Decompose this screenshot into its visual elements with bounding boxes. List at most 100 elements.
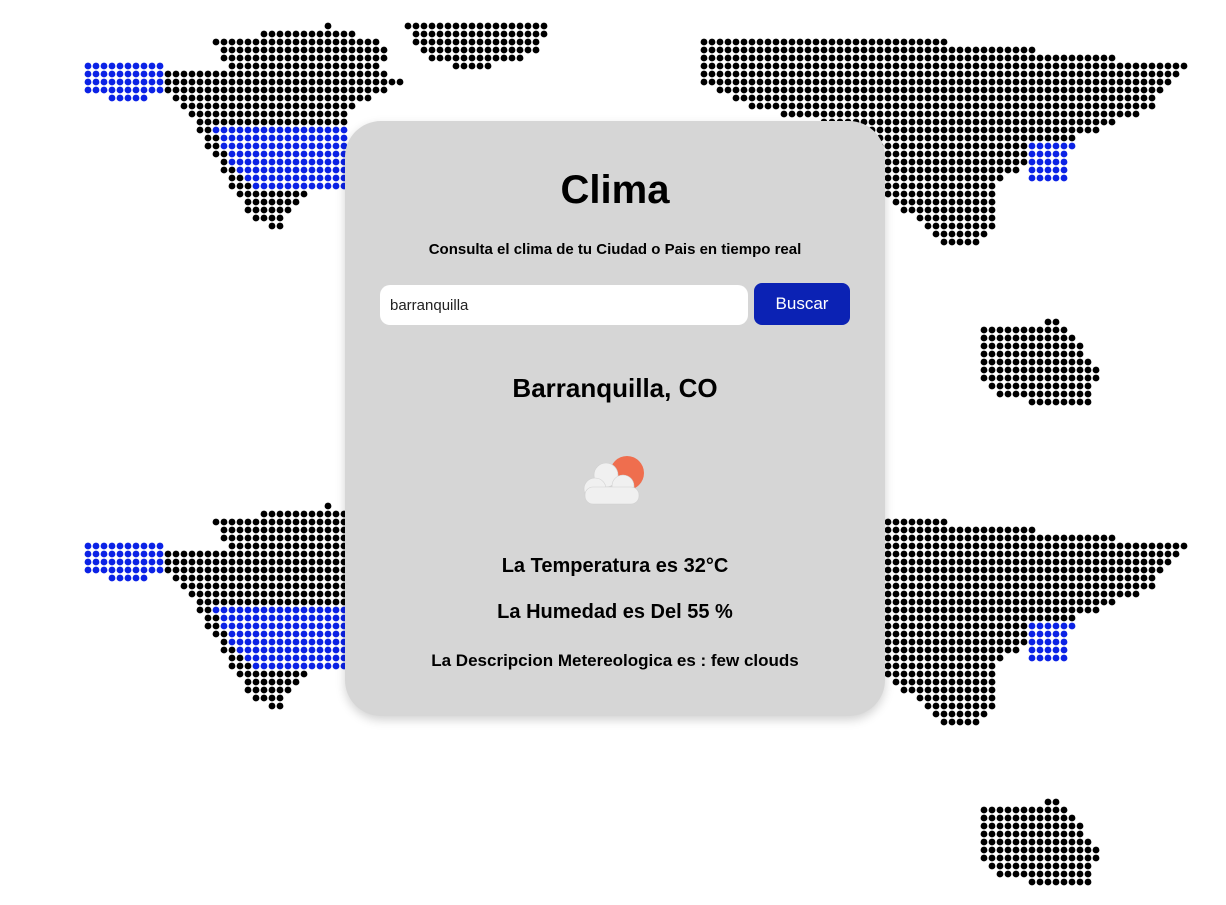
- map-dot-highlight: [324, 126, 332, 134]
- map-dot: [1012, 374, 1020, 382]
- map-dot: [1044, 558, 1052, 566]
- map-dot: [980, 198, 988, 206]
- map-dot: [996, 150, 1004, 158]
- map-dot-highlight: [100, 78, 108, 86]
- map-dot: [1044, 366, 1052, 374]
- map-dot: [996, 526, 1004, 534]
- map-dot: [836, 38, 844, 46]
- city-search-input[interactable]: [380, 285, 748, 325]
- map-dot: [1060, 838, 1068, 846]
- map-dot: [1076, 606, 1084, 614]
- map-dot: [324, 534, 332, 542]
- map-dot: [892, 550, 900, 558]
- map-dot: [196, 78, 204, 86]
- map-dot: [892, 526, 900, 534]
- map-dot-highlight: [132, 574, 140, 582]
- map-dot-highlight: [300, 654, 308, 662]
- map-dot: [244, 678, 252, 686]
- map-dot: [988, 822, 996, 830]
- map-dot-highlight: [284, 614, 292, 622]
- map-dot: [244, 670, 252, 678]
- map-dot: [1012, 526, 1020, 534]
- search-button[interactable]: Buscar: [754, 283, 850, 325]
- map-dot: [764, 86, 772, 94]
- map-dot: [972, 678, 980, 686]
- map-dot: [1044, 62, 1052, 70]
- map-dot: [1004, 846, 1012, 854]
- map-dot: [972, 702, 980, 710]
- map-dot: [1076, 390, 1084, 398]
- map-dot: [1044, 334, 1052, 342]
- map-dot-highlight: [260, 622, 268, 630]
- map-dot: [1068, 598, 1076, 606]
- map-dot: [900, 158, 908, 166]
- map-dot: [1020, 78, 1028, 86]
- map-dot-highlight: [1028, 166, 1036, 174]
- map-dot: [876, 102, 884, 110]
- map-dot: [884, 646, 892, 654]
- map-dot: [1052, 598, 1060, 606]
- map-dot: [236, 110, 244, 118]
- map-dot-highlight: [284, 150, 292, 158]
- map-dot: [988, 550, 996, 558]
- map-dot: [988, 686, 996, 694]
- map-dot: [748, 102, 756, 110]
- map-dot: [1156, 86, 1164, 94]
- map-dot-highlight: [332, 182, 340, 190]
- map-dot: [900, 94, 908, 102]
- map-dot: [1012, 350, 1020, 358]
- map-dot: [1028, 70, 1036, 78]
- map-dot: [1156, 70, 1164, 78]
- map-dot: [404, 22, 412, 30]
- map-dot: [1004, 646, 1012, 654]
- map-dot: [220, 550, 228, 558]
- map-dot: [900, 566, 908, 574]
- map-dot: [1044, 822, 1052, 830]
- map-dot: [852, 70, 860, 78]
- map-dot: [332, 30, 340, 38]
- map-dot: [1084, 550, 1092, 558]
- map-dot: [1124, 94, 1132, 102]
- map-dot: [1004, 94, 1012, 102]
- map-dot-highlight: [1036, 638, 1044, 646]
- map-dot: [308, 534, 316, 542]
- map-dot: [380, 54, 388, 62]
- map-dot: [820, 62, 828, 70]
- map-dot: [908, 598, 916, 606]
- map-dot: [212, 550, 220, 558]
- map-dot: [1108, 542, 1116, 550]
- map-dot-highlight: [140, 86, 148, 94]
- map-dot: [284, 526, 292, 534]
- map-dot: [972, 630, 980, 638]
- map-dot: [316, 86, 324, 94]
- map-dot-highlight: [156, 70, 164, 78]
- map-dot: [980, 686, 988, 694]
- map-dot: [876, 54, 884, 62]
- map-dot: [276, 118, 284, 126]
- map-dot: [956, 590, 964, 598]
- map-dot-highlight: [276, 606, 284, 614]
- map-dot: [1068, 86, 1076, 94]
- map-dot: [956, 606, 964, 614]
- map-dot: [924, 214, 932, 222]
- map-dot: [892, 110, 900, 118]
- map-dot: [180, 566, 188, 574]
- map-dot: [924, 198, 932, 206]
- map-dot: [964, 670, 972, 678]
- map-dot: [1028, 806, 1036, 814]
- map-dot: [1028, 342, 1036, 350]
- map-dot: [1012, 622, 1020, 630]
- map-dot: [772, 86, 780, 94]
- map-dot: [716, 54, 724, 62]
- map-dot: [508, 38, 516, 46]
- map-dot: [1012, 150, 1020, 158]
- map-dot-highlight: [1036, 646, 1044, 654]
- map-dot: [836, 86, 844, 94]
- map-dot-highlight: [244, 174, 252, 182]
- map-dot: [204, 622, 212, 630]
- map-dot: [1004, 838, 1012, 846]
- map-dot: [332, 118, 340, 126]
- map-dot: [1052, 550, 1060, 558]
- map-dot: [1076, 838, 1084, 846]
- map-dot: [1124, 558, 1132, 566]
